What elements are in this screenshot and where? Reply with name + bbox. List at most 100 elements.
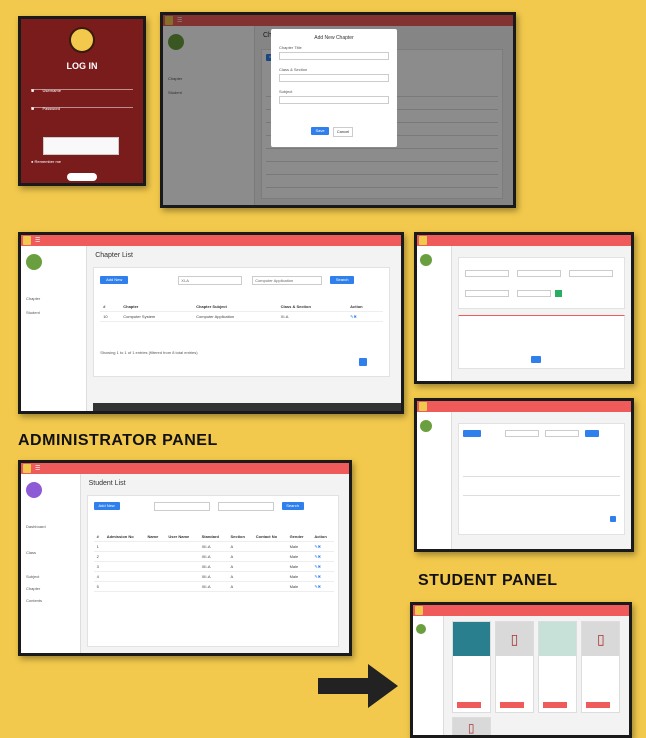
- avatar: [416, 624, 426, 634]
- add-new-button[interactable]: [462, 430, 481, 437]
- add-new-button[interactable]: Add New: [93, 502, 120, 510]
- action-icons[interactable]: ✎✖: [311, 541, 335, 552]
- sidebar: [417, 246, 453, 381]
- action-icons[interactable]: ✎✖: [311, 561, 335, 572]
- admin-student-screenshot: ☰ Dashboard Class Subject Chapter Conten…: [18, 460, 352, 656]
- sidebar-item-chapter[interactable]: Chapter: [26, 586, 40, 591]
- sidebar-item-chapter[interactable]: Chapter: [26, 296, 40, 301]
- admin-chapter-screenshot: ☰ Chapter Student Chapter List Add New X…: [18, 232, 404, 414]
- student-content-list-screenshot: [414, 398, 634, 552]
- modal-title: Add New Chapter: [314, 35, 354, 41]
- page-title: Student List: [88, 480, 126, 487]
- content-card[interactable]: [451, 621, 491, 713]
- subject-select[interactable]: [279, 96, 389, 104]
- sidebar: Chapter Student: [21, 246, 87, 411]
- save-button[interactable]: Save: [311, 127, 329, 135]
- subject-filter[interactable]: [544, 430, 579, 437]
- form-input-1[interactable]: [464, 270, 509, 277]
- table-footer-info: Showing 1 to 1 of 1 entries (filtered fr…: [100, 350, 198, 355]
- content-card[interactable]: ▯: [581, 621, 621, 713]
- submit-button[interactable]: [530, 356, 541, 363]
- action-icons[interactable]: ✎✖: [311, 571, 335, 582]
- student-form-screenshot: [414, 232, 634, 384]
- edit-delete-icons[interactable]: ✎✖: [347, 311, 383, 322]
- form-input-2[interactable]: [516, 270, 561, 277]
- sidebar-item-subject[interactable]: Subject: [26, 574, 39, 579]
- pagination-current[interactable]: [609, 516, 616, 522]
- form-input-5[interactable]: [516, 290, 551, 297]
- student-table-card: Add New Search # Admission No Name User …: [86, 495, 340, 647]
- class-filter[interactable]: [504, 430, 539, 437]
- content-thumbnail: [539, 622, 576, 656]
- sidebar-item-dashboard[interactable]: Dashboard: [26, 524, 46, 529]
- open-button[interactable]: [456, 702, 481, 708]
- add-icon[interactable]: [554, 290, 562, 297]
- section-filter[interactable]: [217, 502, 274, 511]
- form-input-3[interactable]: [568, 270, 613, 277]
- action-icons[interactable]: ✎✖: [311, 551, 335, 562]
- sidebar: [413, 616, 445, 735]
- logo-icon: [415, 606, 423, 615]
- password-field[interactable]: ■ Password: [31, 97, 133, 112]
- logo-icon: [419, 236, 427, 245]
- menu-icon[interactable]: ☰: [35, 465, 40, 472]
- pdf-file-icon: ▯: [452, 718, 490, 735]
- sidebar-item-contents[interactable]: Contents: [26, 598, 42, 603]
- sidebar-item-class[interactable]: Class: [26, 550, 36, 555]
- subject-filter[interactable]: Computer Application: [252, 276, 323, 285]
- class-filter[interactable]: [153, 502, 210, 511]
- captcha-box[interactable]: [43, 137, 119, 155]
- logo-icon: [419, 402, 427, 411]
- avatar: [26, 254, 42, 270]
- sidebar: Dashboard Class Subject Chapter Contents: [21, 474, 82, 653]
- table-row: 5 XII-A A Male ✎✖: [93, 581, 335, 592]
- footer-bar: [93, 403, 401, 411]
- table-row: 2 XII-A A Male ✎✖: [93, 551, 335, 562]
- open-button[interactable]: [543, 702, 568, 708]
- open-button[interactable]: [500, 702, 525, 708]
- open-button[interactable]: [586, 702, 611, 708]
- search-button[interactable]: Search: [281, 502, 304, 510]
- table-row: 3 XII-A A Male ✎✖: [93, 561, 335, 572]
- school-logo-icon: [69, 27, 95, 53]
- remember-checkbox[interactable]: ●: [31, 159, 33, 164]
- student-contents-screenshot: ▯ ▯ ▯: [410, 602, 632, 738]
- class-filter[interactable]: XI-A: [178, 276, 243, 285]
- cancel-button[interactable]: Cancel: [333, 127, 353, 137]
- user-icon: ■: [31, 88, 35, 94]
- content-card[interactable]: [538, 621, 577, 713]
- action-icons[interactable]: ✎✖: [311, 581, 335, 592]
- content-table-card: [457, 423, 625, 535]
- content-card[interactable]: ▯: [451, 717, 491, 735]
- field-label-class: Class & Section: [279, 67, 308, 72]
- form-input-4[interactable]: [464, 290, 509, 297]
- field-label-title: Chapter Title: [279, 45, 302, 50]
- search-button[interactable]: Search: [330, 276, 355, 284]
- student-table: # Admission No Name User Name Standard S…: [93, 532, 335, 592]
- table-row: 1 XII-A A Male ✎✖: [93, 541, 335, 552]
- chapter-title-input[interactable]: [279, 52, 389, 60]
- search-button[interactable]: [584, 430, 599, 437]
- student-panel-heading: STUDENT PANEL: [418, 572, 558, 589]
- pagination-current[interactable]: [358, 358, 367, 366]
- login-button[interactable]: [67, 173, 97, 181]
- content-card[interactable]: ▯: [495, 621, 534, 713]
- remember-me[interactable]: ● Remember me: [31, 159, 61, 164]
- result-card: [457, 315, 625, 369]
- menu-icon[interactable]: ☰: [35, 237, 40, 244]
- admin-panel-heading: ADMINISTRATOR PANEL: [18, 432, 218, 449]
- add-new-button[interactable]: Add New: [100, 276, 129, 284]
- top-bar: ☰: [21, 235, 401, 246]
- add-chapter-modal: Add New Chapter Chapter Title Class & Se…: [271, 29, 397, 147]
- top-bar: [417, 401, 631, 412]
- logo-icon: [23, 464, 31, 473]
- lock-icon: ■: [31, 106, 35, 112]
- chapter-table-card: Add New XI-A Computer Application Search…: [93, 267, 390, 377]
- class-select[interactable]: [279, 74, 389, 82]
- logo-icon: [23, 236, 31, 245]
- avatar: [26, 482, 42, 498]
- table-row: 4 XII-A A Male ✎✖: [93, 571, 335, 582]
- username-field[interactable]: ■ Username: [31, 79, 133, 94]
- sidebar-item-student[interactable]: Student: [26, 310, 40, 315]
- page-title: Chapter List: [95, 252, 133, 259]
